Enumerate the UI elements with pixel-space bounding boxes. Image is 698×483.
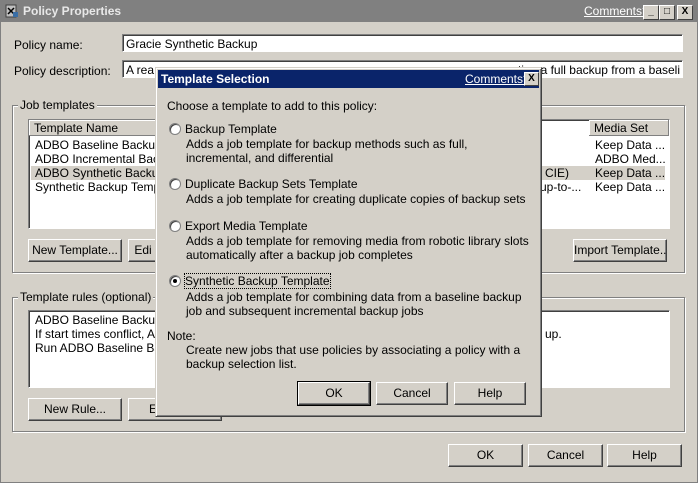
job-templates-group-label: Job templates — [18, 98, 97, 112]
window-comments-link[interactable]: Comments? — [584, 4, 649, 18]
option-desc-backup-template: Adds a job template for backup methods s… — [186, 137, 468, 165]
job-template-row-media: Keep Data ... — [595, 138, 666, 152]
option-desc-export-media-template: Adds a job template for removing media f… — [186, 234, 529, 262]
option-label-export-media-template[interactable]: Export Media Template — [185, 219, 308, 233]
option-desc-synthetic-backup-template: Adds a job template for combining data f… — [186, 290, 522, 318]
window-titlebar[interactable]: Policy Properties Comments? _ □ X — [1, 1, 697, 22]
new-rule-button[interactable]: New Rule... — [28, 398, 122, 421]
job-template-row-media: Keep Data ... — [595, 180, 666, 194]
policy-name-label: Policy name: — [14, 38, 83, 52]
rule-row[interactable]: Run ADBO Baseline Bac — [35, 341, 167, 355]
policy-description-label: Policy description: — [14, 64, 111, 78]
radio-synthetic-backup-template[interactable] — [169, 275, 181, 287]
dialog-help-button[interactable]: Help — [454, 382, 526, 405]
job-template-row[interactable]: ADBO Baseline Backup — [35, 138, 162, 152]
rule-row[interactable]: If start times conflict, ADB — [35, 327, 172, 341]
ok-button[interactable]: OK — [448, 444, 523, 467]
job-template-row-mid: up-to-... — [540, 180, 582, 194]
note-label: Note: — [167, 329, 196, 343]
radio-duplicate-backup-sets-template[interactable] — [169, 178, 181, 190]
policy-name-input[interactable]: Gracie Synthetic Backup — [122, 34, 683, 52]
dialog-ok-button[interactable]: OK — [297, 381, 371, 406]
note-text: Create new jobs that use policies by ass… — [186, 343, 521, 371]
job-template-row-media: ADBO Med... — [595, 152, 666, 166]
rule-row[interactable]: ADBO Baseline Backup r — [35, 313, 169, 327]
rule-row-right: up. — [545, 327, 562, 341]
maximize-button[interactable]: □ — [659, 5, 675, 20]
template-rules-group-label: Template rules (optional) — [18, 290, 154, 304]
dialog-prompt: Choose a template to add to this policy: — [167, 99, 378, 113]
cancel-button[interactable]: Cancel — [528, 444, 603, 467]
help-button[interactable]: Help — [607, 444, 682, 467]
option-desc-duplicate-backup-sets-template: Adds a job template for creating duplica… — [186, 192, 526, 206]
new-template-button[interactable]: New Template... — [28, 239, 122, 262]
radio-export-media-template[interactable] — [169, 220, 181, 232]
description-text-left: A rea — [126, 63, 155, 77]
description-text-right: ting a full backup from a baseli — [517, 63, 680, 77]
option-label-duplicate-backup-sets-template[interactable]: Duplicate Backup Sets Template — [185, 177, 358, 191]
dialog-close-button[interactable]: X — [524, 72, 539, 86]
dialog-cancel-button[interactable]: Cancel — [376, 382, 448, 405]
column-header-media-set[interactable]: Media Set — [589, 120, 669, 136]
job-template-row-media: Keep Data ... — [595, 166, 666, 180]
job-template-row[interactable]: Synthetic Backup Templ... — [35, 180, 173, 194]
option-label-synthetic-backup-template[interactable]: Synthetic Backup Template — [184, 273, 331, 289]
job-template-row[interactable]: ADBO Synthetic Backup — [35, 166, 165, 180]
window-title: Policy Properties — [23, 4, 122, 18]
option-label-backup-template[interactable]: Backup Template — [185, 122, 277, 136]
import-template-button[interactable]: Import Template... — [573, 239, 667, 262]
column-header-template-name[interactable]: Template Name — [29, 120, 159, 136]
dialog-title: Template Selection — [161, 72, 270, 86]
dialog-titlebar[interactable]: Template Selection Comments? X — [158, 70, 539, 88]
radio-backup-template[interactable] — [169, 123, 181, 135]
template-selection-dialog: Template Selection Comments? X Choose a … — [155, 67, 542, 417]
dialog-comments-link[interactable]: Comments? — [465, 72, 530, 86]
job-template-row-mid: CIE) — [545, 166, 569, 180]
policy-app-icon — [5, 4, 19, 18]
edit-template-button[interactable]: Edi — [128, 239, 158, 262]
window-close-button[interactable]: X — [677, 5, 693, 20]
minimize-button[interactable]: _ — [643, 5, 659, 20]
